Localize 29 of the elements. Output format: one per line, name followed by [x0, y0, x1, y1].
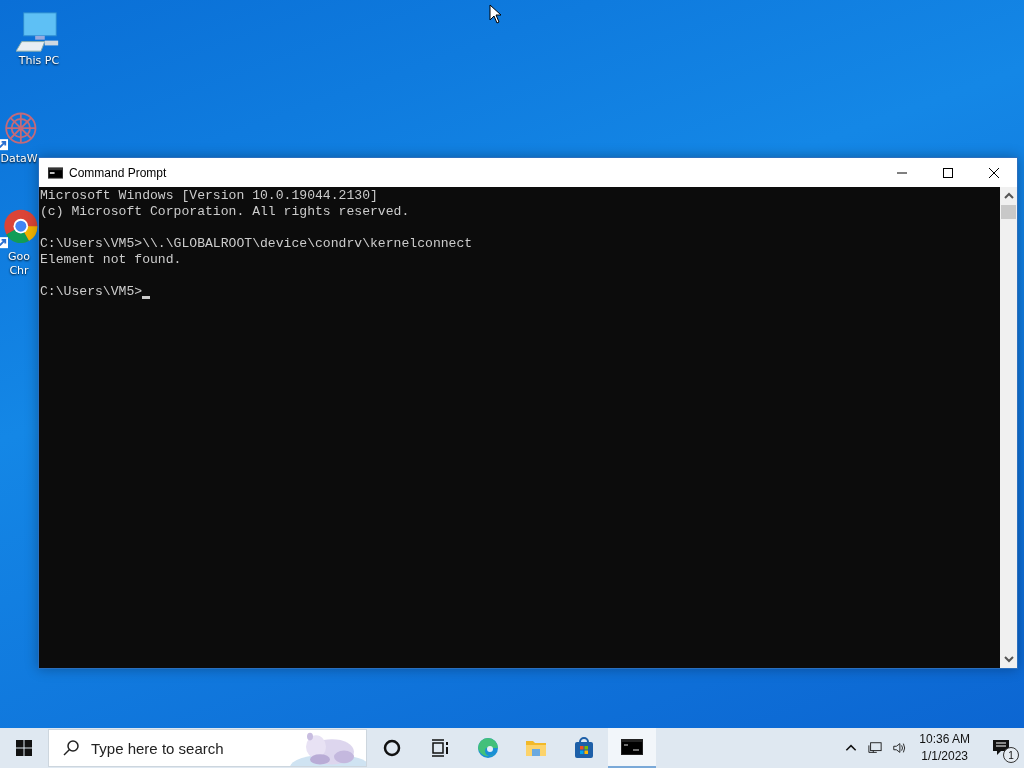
icon-label: DataW [0, 152, 38, 166]
clock[interactable]: 10:36 AM 1/1/2023 [919, 731, 970, 765]
network-icon[interactable] [868, 741, 883, 755]
browser-icon [476, 736, 500, 760]
notification-count-badge: 1 [1003, 747, 1019, 763]
icon-label: Chr [9, 264, 29, 278]
window-title: Command Prompt [69, 165, 167, 180]
icon-label: Goo [8, 250, 30, 264]
close-icon [989, 167, 999, 178]
search-field[interactable]: Type here to search [48, 729, 367, 767]
shopping-bag-icon [572, 736, 596, 760]
maximize-icon [943, 167, 953, 178]
search-input[interactable]: Type here to search [89, 738, 286, 758]
clock-date: 1/1/2023 [921, 748, 968, 765]
clock-time: 10:36 AM [919, 731, 970, 748]
scroll-thumb[interactable] [1001, 205, 1016, 219]
icon-label: This PC [18, 54, 60, 68]
cmd-taskbar-button[interactable] [608, 728, 656, 768]
speaker-icon[interactable] [892, 741, 907, 755]
console-line: Element not found. [40, 252, 182, 268]
console-icon [48, 166, 63, 179]
scrollbar[interactable] [1000, 187, 1017, 668]
windows-logo-icon [16, 740, 32, 756]
console-line: (c) Microsoft Corporation. All rights reserved. [40, 204, 410, 220]
console-line: Microsoft Windows [Version 10.0.19044.2130] [40, 188, 378, 204]
console-line: C:\Users\VM5> [40, 284, 143, 300]
mouse-pointer-icon [489, 4, 501, 24]
console-line: C:\Users\VM5>\\.\GLOBALROOT\device\condrv\kernelconnect [40, 236, 473, 252]
search-icon [63, 740, 79, 756]
